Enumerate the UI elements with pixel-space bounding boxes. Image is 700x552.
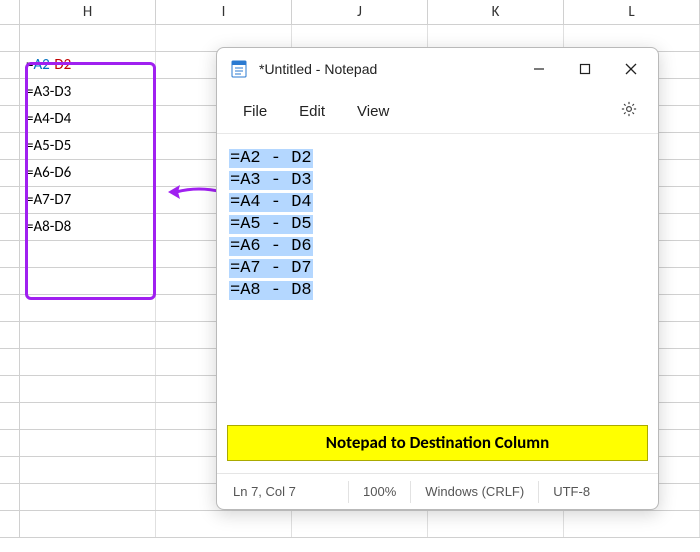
gear-icon xyxy=(620,100,638,123)
row-header[interactable] xyxy=(0,322,20,348)
cell[interactable] xyxy=(428,511,564,537)
row-header[interactable] xyxy=(0,457,20,483)
annotation-label: Notepad to Destination Column xyxy=(227,425,648,461)
editor-line: =A7 - D7 xyxy=(229,258,646,280)
cell[interactable] xyxy=(20,268,156,294)
row-header[interactable] xyxy=(0,430,20,456)
cell[interactable] xyxy=(292,511,428,537)
cell[interactable] xyxy=(20,25,156,51)
cell[interactable] xyxy=(20,376,156,402)
cell[interactable] xyxy=(20,403,156,429)
menu-view[interactable]: View xyxy=(343,97,403,126)
cell[interactable] xyxy=(156,511,292,537)
column-headers: H I J K L xyxy=(0,0,700,25)
cell[interactable] xyxy=(20,511,156,537)
statusbar: Ln 7, Col 7 100% Windows (CRLF) UTF-8 xyxy=(217,473,658,509)
status-encoding: UTF-8 xyxy=(539,481,604,503)
row-header[interactable] xyxy=(0,187,20,213)
row-header[interactable] xyxy=(0,241,20,267)
status-position: Ln 7, Col 7 xyxy=(219,481,349,503)
menu-file[interactable]: File xyxy=(229,97,281,126)
cell[interactable] xyxy=(20,349,156,375)
corner-cell xyxy=(0,0,20,24)
editor-line: =A3 - D3 xyxy=(229,170,646,192)
row-header[interactable] xyxy=(0,349,20,375)
editor-line: =A6 - D6 xyxy=(229,236,646,258)
close-button[interactable] xyxy=(608,51,654,87)
cell[interactable] xyxy=(20,295,156,321)
notepad-icon xyxy=(229,59,249,79)
menu-edit[interactable]: Edit xyxy=(285,97,339,126)
minimize-button[interactable] xyxy=(516,51,562,87)
row-header[interactable] xyxy=(0,133,20,159)
editor-line: =A5 - D5 xyxy=(229,214,646,236)
cell[interactable] xyxy=(20,457,156,483)
row-header[interactable] xyxy=(0,484,20,510)
titlebar[interactable]: *Untitled - Notepad xyxy=(217,48,658,90)
window-title: *Untitled - Notepad xyxy=(259,61,516,77)
cell[interactable] xyxy=(20,430,156,456)
cell[interactable] xyxy=(20,241,156,267)
sheet-row xyxy=(0,511,700,538)
col-header-l[interactable]: L xyxy=(564,0,700,24)
settings-button[interactable] xyxy=(612,95,646,129)
row-header[interactable] xyxy=(0,376,20,402)
maximize-button[interactable] xyxy=(562,51,608,87)
row-header[interactable] xyxy=(0,52,20,78)
row-header[interactable] xyxy=(0,106,20,132)
cell[interactable]: =A5-D5 xyxy=(20,133,156,159)
row-header[interactable] xyxy=(0,268,20,294)
cell[interactable] xyxy=(564,511,700,537)
text-editor[interactable]: =A2 - D2=A3 - D3=A4 - D4=A5 - D5=A6 - D6… xyxy=(217,134,658,473)
cell[interactable]: =A3-D3 xyxy=(20,79,156,105)
row-header[interactable] xyxy=(0,403,20,429)
row-header[interactable] xyxy=(0,214,20,240)
row-header[interactable] xyxy=(0,160,20,186)
row-header[interactable] xyxy=(0,25,20,51)
row-header[interactable] xyxy=(0,295,20,321)
cell[interactable] xyxy=(20,484,156,510)
window-controls xyxy=(516,51,654,87)
col-header-h[interactable]: H xyxy=(20,0,156,24)
cell[interactable]: =A8-D8 xyxy=(20,214,156,240)
col-header-j[interactable]: J xyxy=(292,0,428,24)
editor-line: =A8 - D8 xyxy=(229,280,646,302)
status-zoom[interactable]: 100% xyxy=(349,481,411,503)
menubar: File Edit View xyxy=(217,90,658,134)
cell[interactable]: =A6-D6 xyxy=(20,160,156,186)
col-header-k[interactable]: K xyxy=(428,0,564,24)
col-header-i[interactable]: I xyxy=(156,0,292,24)
editor-line: =A4 - D4 xyxy=(229,192,646,214)
row-header[interactable] xyxy=(0,511,20,537)
cell[interactable] xyxy=(20,322,156,348)
status-eol: Windows (CRLF) xyxy=(411,481,539,503)
editor-line: =A2 - D2 xyxy=(229,148,646,170)
cell[interactable]: =A7-D7 xyxy=(20,187,156,213)
cell[interactable]: =A2-D2 xyxy=(20,52,156,78)
notepad-window: *Untitled - Notepad File Edit View xyxy=(216,47,659,510)
cell[interactable]: =A4-D4 xyxy=(20,106,156,132)
row-header[interactable] xyxy=(0,79,20,105)
